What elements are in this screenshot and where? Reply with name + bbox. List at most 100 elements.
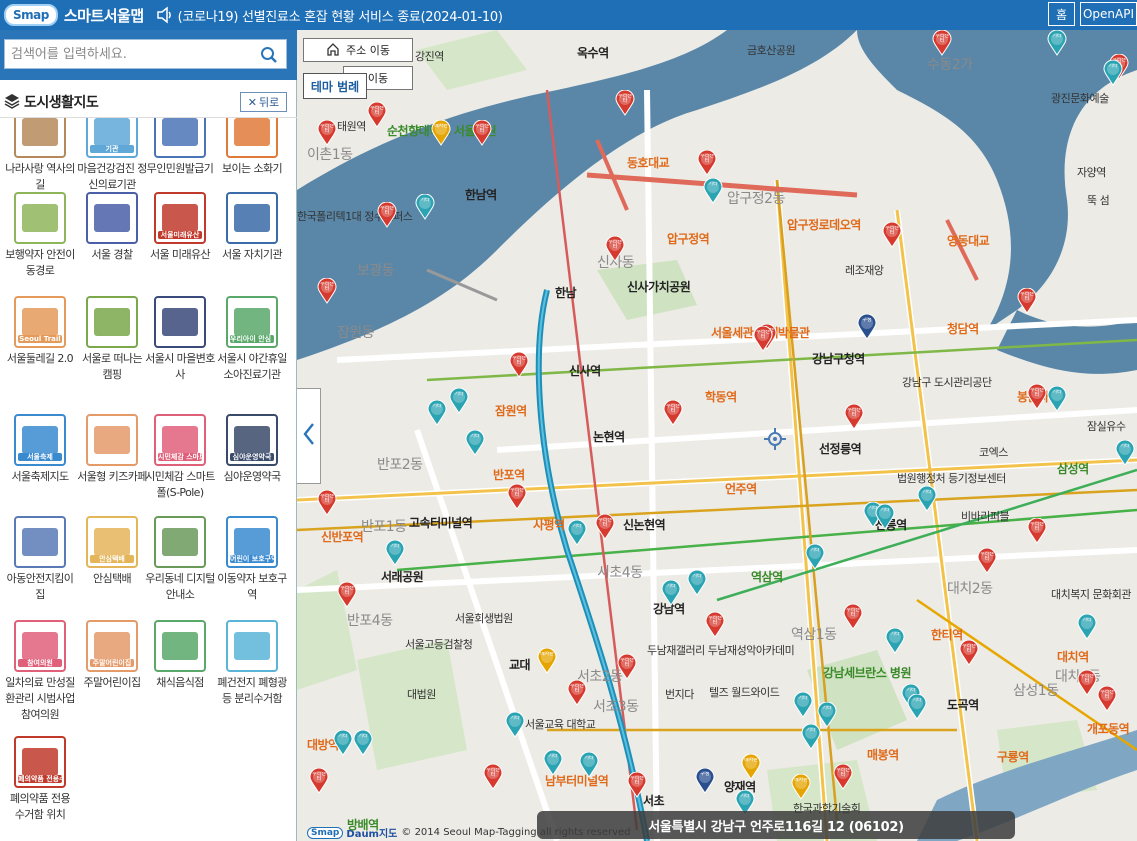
- poi-marker-icon[interactable]: 우리센터: [1027, 518, 1047, 544]
- poi-marker-icon[interactable]: 기타: [801, 724, 821, 750]
- map-place-label[interactable]: 이촌1동: [307, 144, 353, 164]
- map-place-label[interactable]: 반포4동: [347, 610, 393, 630]
- poi-marker-icon[interactable]: 기타: [567, 520, 587, 546]
- poi-marker-icon[interactable]: 기타: [505, 712, 525, 738]
- map-place-label[interactable]: 한남: [555, 284, 577, 301]
- poi-marker-icon[interactable]: 우리센터: [932, 30, 952, 56]
- map-place-label[interactable]: 압구정역: [667, 230, 710, 247]
- poi-marker-icon[interactable]: 우리센터: [1017, 288, 1037, 314]
- map-place-label[interactable]: 언주역: [725, 480, 757, 497]
- poi-marker-icon[interactable]: 우리센터: [617, 654, 637, 680]
- poi-marker-icon[interactable]: 우리센터: [959, 640, 979, 666]
- poi-marker-icon[interactable]: 우리센터: [567, 680, 587, 706]
- map-place-label[interactable]: 광진문화예술: [1051, 90, 1109, 106]
- map-place-label[interactable]: 삼성1동: [1013, 680, 1059, 700]
- map-place-label[interactable]: 잠실유수: [1087, 418, 1126, 434]
- poi-marker-icon[interactable]: 기타: [1115, 440, 1135, 466]
- poi-marker-icon[interactable]: 기타: [1077, 614, 1097, 640]
- map-place-label[interactable]: 논현역: [593, 428, 625, 445]
- map-place-label[interactable]: 압구정로데오역: [787, 216, 861, 233]
- theme-item[interactable]: 서울시 마을변호사: [144, 296, 216, 383]
- theme-legend-button[interactable]: 테마 범례: [303, 73, 367, 99]
- map-place-label[interactable]: 자양역: [1077, 164, 1106, 180]
- map-place-label[interactable]: 대치역: [1057, 648, 1089, 665]
- address-move-button[interactable]: 주소 이동: [303, 38, 413, 62]
- theme-item[interactable]: 서울축제 서울축제지도: [4, 414, 76, 485]
- map-place-label[interactable]: 비바리퍼블: [961, 508, 1010, 524]
- map-place-label[interactable]: 서초4동: [597, 562, 643, 582]
- theme-item[interactable]: 서울 자치기관: [216, 192, 288, 263]
- poi-marker-icon[interactable]: 기타: [1047, 30, 1067, 56]
- map-place-label[interactable]: 서울교육 대학교: [525, 716, 596, 732]
- poi-marker-icon[interactable]: 우리센터: [595, 514, 615, 540]
- map-place-label[interactable]: 한남역: [465, 186, 497, 203]
- poi-marker-icon[interactable]: 우리센터: [317, 278, 337, 304]
- poi-marker-icon[interactable]: 우리센터: [833, 764, 853, 790]
- theme-item[interactable]: 서울형 키즈카페: [76, 414, 148, 485]
- map-place-label[interactable]: 법원행정처 등기정보센터: [897, 470, 1006, 486]
- theme-item[interactable]: 안심택배 안심택배: [76, 516, 148, 587]
- map-place-label[interactable]: 동호대교: [627, 154, 670, 171]
- map-place-label[interactable]: 대치2동: [947, 578, 993, 598]
- poi-marker-icon[interactable]: 우리센터: [483, 764, 503, 790]
- theme-item[interactable]: 폐건전지 폐형광등 분리수거함: [216, 620, 288, 707]
- map-place-label[interactable]: 한티역: [931, 626, 963, 643]
- map-place-label[interactable]: 태원역: [337, 118, 366, 134]
- map-place-label[interactable]: 잠원동: [337, 322, 375, 342]
- map-place-label[interactable]: 신반포역: [321, 528, 364, 545]
- theme-item[interactable]: 심야운영약국 심야운영약국: [216, 414, 288, 485]
- poi-marker-icon[interactable]: 기타: [579, 752, 599, 778]
- poi-marker-icon[interactable]: 기타: [793, 692, 813, 718]
- map-place-label[interactable]: 서래공원: [381, 568, 424, 585]
- map-place-label[interactable]: 영동대교: [947, 232, 990, 249]
- poi-marker-icon[interactable]: 우리센터: [1027, 384, 1047, 410]
- poi-marker-icon[interactable]: 기타: [1103, 60, 1123, 86]
- map-place-label[interactable]: 학동역: [705, 388, 737, 405]
- poi-marker-icon[interactable]: 우리센터: [977, 548, 997, 574]
- poi-marker-icon[interactable]: 메자판: [431, 120, 451, 146]
- map-place-label[interactable]: 강남구청역: [812, 350, 865, 367]
- theme-item[interactable]: 보행약자 안전이동경로: [4, 192, 76, 279]
- map-place-label[interactable]: 서울고등검찰청: [405, 636, 473, 652]
- poi-marker-icon[interactable]: 우리센터: [317, 120, 337, 146]
- poi-marker-icon[interactable]: 우리센터: [844, 404, 864, 430]
- poi-marker-icon[interactable]: 기타: [415, 194, 435, 220]
- locate-icon[interactable]: [764, 428, 786, 454]
- map-place-label[interactable]: 교대: [509, 656, 531, 673]
- poi-marker-icon[interactable]: 기타: [1047, 386, 1067, 412]
- poi-marker-icon[interactable]: 우리센터: [509, 352, 529, 378]
- theme-item[interactable]: 기관 마음건강검진 정신의료기관: [76, 118, 148, 193]
- map-place-label[interactable]: 구룡역: [997, 748, 1029, 765]
- map-place-label[interactable]: 도곡역: [947, 696, 979, 713]
- map-place-label[interactable]: 개포동역: [1087, 720, 1130, 737]
- theme-item[interactable]: 서울 경찰: [76, 192, 148, 263]
- poi-marker-icon[interactable]: 기타: [385, 540, 405, 566]
- poi-marker-icon[interactable]: 기타: [333, 730, 353, 756]
- poi-marker-icon[interactable]: 기타: [875, 504, 895, 530]
- search-input[interactable]: [11, 44, 251, 64]
- poi-marker-icon[interactable]: 우리센터: [705, 612, 725, 638]
- poi-marker-icon[interactable]: 우리센터: [697, 150, 717, 176]
- poi-marker-icon[interactable]: 기타: [885, 628, 905, 654]
- logo[interactable]: Smap 스마트서울맵: [4, 4, 144, 26]
- theme-item[interactable]: 폐의약품 전용수거함폐의약품 전용 수거함 위치: [4, 736, 76, 823]
- map-place-label[interactable]: 뚝 섬: [1087, 192, 1110, 208]
- theme-item[interactable]: 서울로 떠나는 캠핑: [76, 296, 148, 383]
- map-place-label[interactable]: 강남구 도시관리공단: [902, 374, 992, 390]
- map-place-label[interactable]: 잠원역: [495, 402, 527, 419]
- sidebar-collapse-button[interactable]: [297, 388, 321, 484]
- poi-marker-icon[interactable]: 기타: [427, 400, 447, 426]
- map-place-label[interactable]: 두남재갤러리 두남재성악아카데미: [647, 642, 795, 658]
- poi-marker-icon[interactable]: 우리센터: [317, 490, 337, 516]
- theme-item[interactable]: 주말어린이집 주말어린이집: [76, 620, 148, 691]
- map-place-label[interactable]: 보광동: [357, 260, 395, 280]
- poi-marker-icon[interactable]: 기타: [805, 544, 825, 570]
- map-place-label[interactable]: 매봉역: [867, 746, 899, 763]
- poi-marker-icon[interactable]: 기타: [661, 580, 681, 606]
- poi-marker-icon[interactable]: 기타: [543, 750, 563, 776]
- map-place-label[interactable]: 강남세브란스 병원: [823, 664, 912, 681]
- map-place-label[interactable]: 사평역: [533, 516, 565, 533]
- map-view[interactable]: 강진역옥수역금호산공원수동2가광진문화예술태원역순천향대학교 서울병원한남역동호…: [297, 30, 1137, 841]
- map-place-label[interactable]: 신사역: [569, 362, 601, 379]
- map-place-label[interactable]: 대법원: [407, 686, 436, 702]
